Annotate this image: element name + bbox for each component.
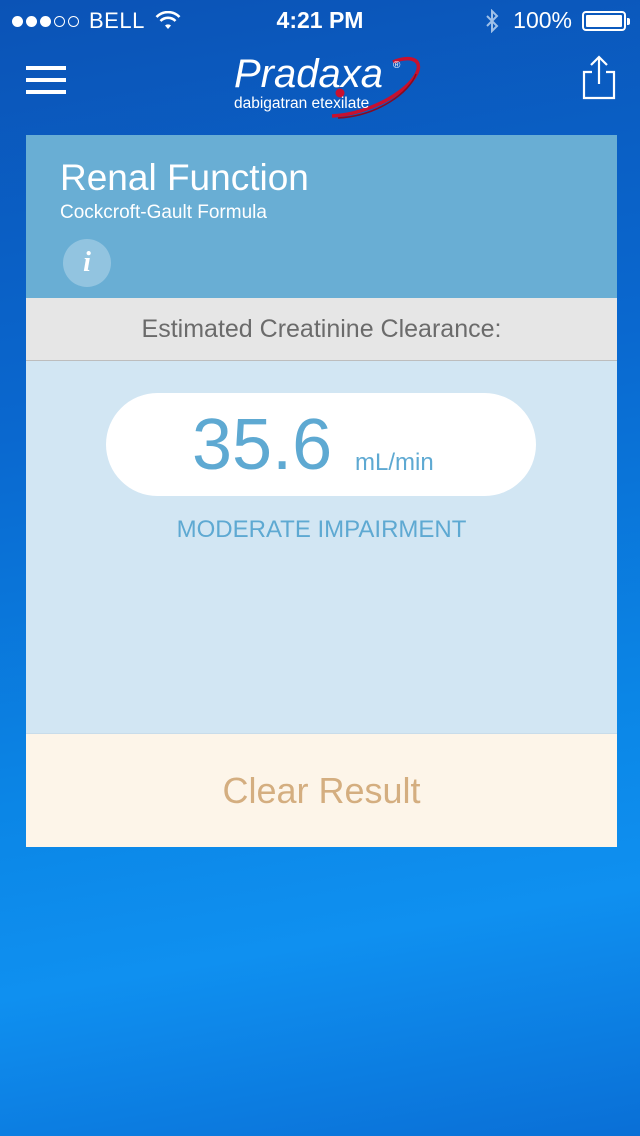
bluetooth-icon xyxy=(486,8,499,33)
result-value: 35.6 xyxy=(192,405,333,485)
pradaxa-logo: Pradaxa ® dabigatran etexilate xyxy=(234,52,421,119)
info-icon: i xyxy=(83,247,91,278)
menu-line xyxy=(26,90,66,94)
battery-icon xyxy=(582,10,630,31)
card-subtitle: Cockcroft-Gault Formula xyxy=(60,202,267,223)
battery-percent: 100% xyxy=(513,7,572,33)
card-title: Renal Function xyxy=(60,157,309,198)
renal-function-card: Renal Function Cockcroft-Gault Formula i… xyxy=(26,135,617,847)
hamburger-menu-icon[interactable] xyxy=(26,66,66,94)
share-icon[interactable] xyxy=(582,54,616,100)
battery-level xyxy=(586,14,622,27)
status-right: 100% xyxy=(485,7,630,34)
result-label: Estimated Creatinine Clearance: xyxy=(26,298,617,361)
result-pill: 35.6 mL/min xyxy=(106,393,536,496)
result-unit: mL/min xyxy=(355,449,434,476)
menu-line xyxy=(26,78,66,82)
result-area: 35.6 mL/min MODERATE IMPAIRMENT xyxy=(26,361,617,733)
logo-brand: Pradaxa xyxy=(234,52,383,96)
menu-line xyxy=(26,66,66,70)
impairment-category: MODERATE IMPAIRMENT xyxy=(176,516,467,543)
clear-result-button[interactable]: Clear Result xyxy=(26,733,617,847)
status-bar: BELL 4:21 PM 100% xyxy=(0,0,640,40)
navigation-bar: Pradaxa ® dabigatran etexilate xyxy=(0,40,640,128)
logo-generic-name: dabigatran etexilate xyxy=(234,95,369,112)
info-button[interactable]: i xyxy=(63,239,111,287)
logo-registered: ® xyxy=(393,60,401,71)
card-header: Renal Function Cockcroft-Gault Formula i xyxy=(26,135,617,298)
battery-cap xyxy=(627,17,630,25)
